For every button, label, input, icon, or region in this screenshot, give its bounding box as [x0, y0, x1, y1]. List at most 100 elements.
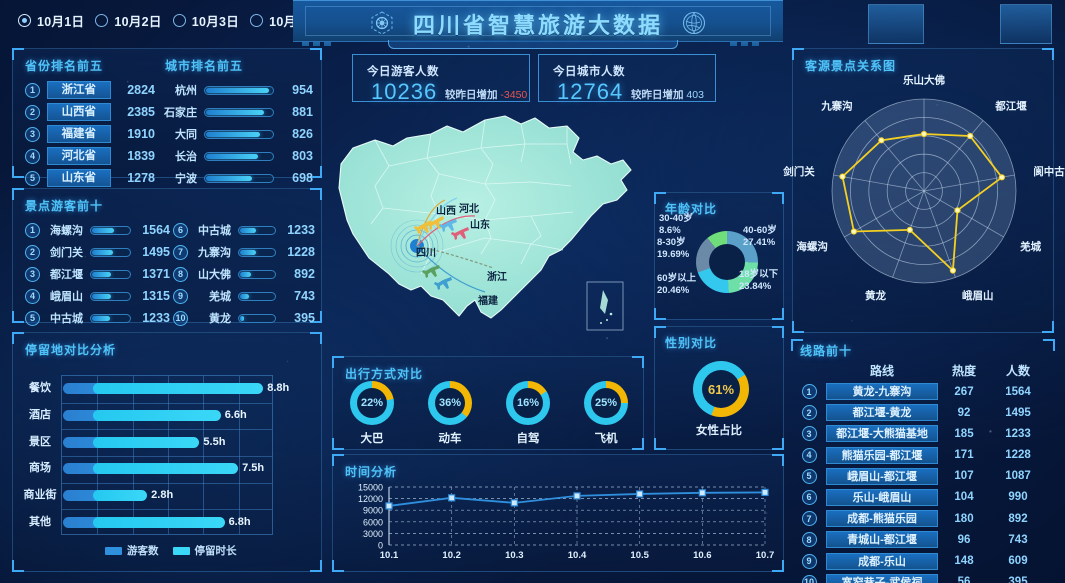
travel-percent: 25%	[594, 397, 618, 409]
city-rank-row[interactable]: 宁波 698	[163, 167, 313, 189]
stay-duration-label: 6.8h	[228, 515, 251, 528]
spot-name: 剑门关	[50, 247, 83, 259]
table-row[interactable]: 4 熊猫乐园-都江堰 171 1228	[792, 446, 1054, 465]
province-value: 1839	[127, 149, 155, 163]
svg-text:0: 0	[378, 541, 383, 551]
spot-rank-row[interactable]: 8 山大佛 892	[173, 263, 315, 285]
date-option-1[interactable]: 10月1日	[18, 11, 84, 30]
travel-donut: 16%	[506, 381, 550, 425]
table-row[interactable]: 6 乐山-峨眉山 104 990	[792, 488, 1054, 507]
radio-icon[interactable]	[250, 14, 264, 27]
province-rank-row[interactable]: 4 河北省 1839	[25, 145, 155, 167]
page-title: 四川省智慧旅游大数据	[412, 13, 663, 38]
china-map[interactable]: 山西 河北 山东 四川 浙江 福建	[335, 104, 665, 334]
spot-rank-list-left: 1 海螺沟 1564 2 剑门关 1495 3 都江堰 1371 4 峨眉山 1…	[25, 219, 170, 329]
province-rank-row[interactable]: 1 浙江省 2824	[25, 79, 155, 101]
stat-delta-value: 403	[686, 89, 704, 101]
svg-text:10.3: 10.3	[505, 550, 524, 561]
svg-text:峨眉山: 峨眉山	[962, 289, 994, 302]
time-line-chart: 0 3000 6000 9000 12000 15000 10.1 10.2 10.3 10.4 1…	[341, 477, 777, 565]
route-people: 892	[1008, 512, 1028, 525]
stat-delta: 较昨日增加 -3450	[445, 87, 527, 102]
svg-text:10.2: 10.2	[442, 550, 461, 561]
age-label: 18岁以下 23.84%	[739, 269, 779, 292]
stay-row: 商业街 0.97K 2.8h	[19, 481, 319, 509]
city-rank-row[interactable]: 长治 803	[163, 145, 313, 167]
radio-icon[interactable]	[18, 14, 31, 27]
spot-value: 1233	[287, 223, 315, 237]
rank-badge: 5	[801, 468, 817, 484]
spot-name: 九寨沟	[198, 247, 231, 259]
spot-rank-row[interactable]: 6 中古城 1233	[173, 219, 315, 241]
travel-mode-item[interactable]: 16% 自驾	[506, 381, 550, 446]
table-row[interactable]: 8 青城山-都江堰 96 743	[792, 530, 1054, 549]
svg-text:10.7: 10.7	[756, 550, 775, 561]
chart-grid: 0 3000 60009000 1200015000 10.1 10.2 10.3 10.4 1…	[358, 483, 774, 562]
svg-text:阆中古城: 阆中古城	[1033, 165, 1065, 178]
table-row[interactable]: 5 峨眉山-都江堰 107 1087	[792, 467, 1054, 486]
route-people: 1087	[1005, 470, 1031, 483]
rank-badge: 9	[173, 288, 188, 304]
province-name: 山东省	[47, 169, 111, 187]
spot-name: 黄龙	[209, 313, 231, 325]
spot-rank-row[interactable]: 4 峨眉山 1315	[25, 285, 170, 307]
spot-rank-row[interactable]: 9 羌城 743	[173, 285, 315, 307]
province-rank-row[interactable]: 3 福建省 1910	[25, 123, 155, 145]
age-label: 30-40岁 8.6%	[659, 213, 693, 236]
table-row[interactable]: 9 成都-乐山 148 609	[792, 552, 1054, 571]
stat-card-visitors: 今日游客人数 10236 较昨日增加 -3450	[352, 54, 530, 104]
date-option-3[interactable]: 10月3日	[172, 11, 239, 30]
rank-badge: 6	[801, 489, 817, 505]
spot-value: 1371	[142, 267, 170, 281]
spot-value: 1233	[142, 311, 170, 325]
city-rank-row[interactable]: 石家庄 881	[163, 101, 313, 123]
date-selector[interactable]: 10月1日 10月2日 10月3日 10月4日	[18, 11, 316, 30]
travel-mode-item[interactable]: 36% 动车	[428, 381, 472, 446]
city-name: 宁波	[175, 173, 197, 185]
spot-rank-row[interactable]: 2 剑门关 1495	[25, 241, 170, 263]
city-rank-row[interactable]: 杭州 954	[163, 79, 313, 101]
map-label: 山西	[436, 206, 456, 217]
header-decor-block-1	[868, 4, 924, 44]
spot-value: 892	[294, 267, 315, 281]
spot-rank-row[interactable]: 3 都江堰 1371	[25, 263, 170, 285]
radio-icon[interactable]	[95, 14, 109, 27]
travel-percent: 36%	[438, 397, 462, 409]
route-name: 成都-乐山	[826, 552, 938, 570]
route-people: 609	[1008, 555, 1028, 567]
time-analysis-panel: 时间分析 0 3000 6000 9000 12000 15000 10.1 10.2 10.3…	[332, 454, 784, 572]
city-panel-title: 城市排名前五	[165, 59, 244, 73]
spot-rank-row[interactable]: 7 九寨沟 1228	[173, 241, 315, 263]
province-rank-row[interactable]: 2 山西省 2385	[25, 101, 155, 123]
rank-badge: 4	[25, 288, 40, 304]
stay-category: 商业街	[23, 489, 57, 501]
spot-rank-row[interactable]: 5 中古城 1233	[25, 307, 170, 329]
age-label: 60岁以上 20.46%	[657, 273, 697, 296]
svg-text:3000: 3000	[363, 529, 383, 539]
stay-row: 商场 1.69K 7.5h	[19, 454, 319, 482]
city-rank-row[interactable]: 大同 826	[163, 123, 313, 145]
spot-rank-row[interactable]: 10 黄龙 395	[173, 307, 315, 329]
stay-duration-label: 6.6h	[224, 409, 247, 421]
radio-icon[interactable]	[172, 14, 186, 27]
spot-rank-row[interactable]: 1 海螺沟 1564	[25, 219, 170, 241]
travel-percent: 16%	[516, 397, 540, 409]
table-row[interactable]: 3 都江堰-大熊猫基地 185 1233	[792, 424, 1054, 443]
rank-badge: 10	[801, 574, 817, 583]
date-label: 10月1日	[37, 15, 85, 29]
travel-percent: 22%	[360, 397, 384, 409]
table-row[interactable]: 2 都江堰-黄龙 92 1495	[792, 403, 1054, 422]
rank-badge: 2	[801, 405, 817, 421]
table-row[interactable]: 1 黄龙-九寨沟 267 1564	[792, 382, 1054, 401]
travel-mode-item[interactable]: 25% 飞机	[584, 381, 628, 446]
province-name: 山西省	[47, 103, 111, 121]
route-heat: 107	[954, 470, 974, 483]
spot-name: 羌城	[209, 291, 231, 303]
city-bar	[204, 129, 274, 139]
province-rank-row[interactable]: 5 山东省 1278	[25, 167, 155, 189]
travel-mode-item[interactable]: 22% 大巴	[350, 381, 394, 446]
stay-duration-bar	[93, 383, 264, 395]
date-option-2[interactable]: 10月2日	[95, 11, 161, 30]
table-row[interactable]: 7 成都-熊猫乐园 180 892	[792, 509, 1054, 528]
table-row[interactable]: 10 宽窄巷子-武侯祠 56 395	[792, 573, 1054, 583]
